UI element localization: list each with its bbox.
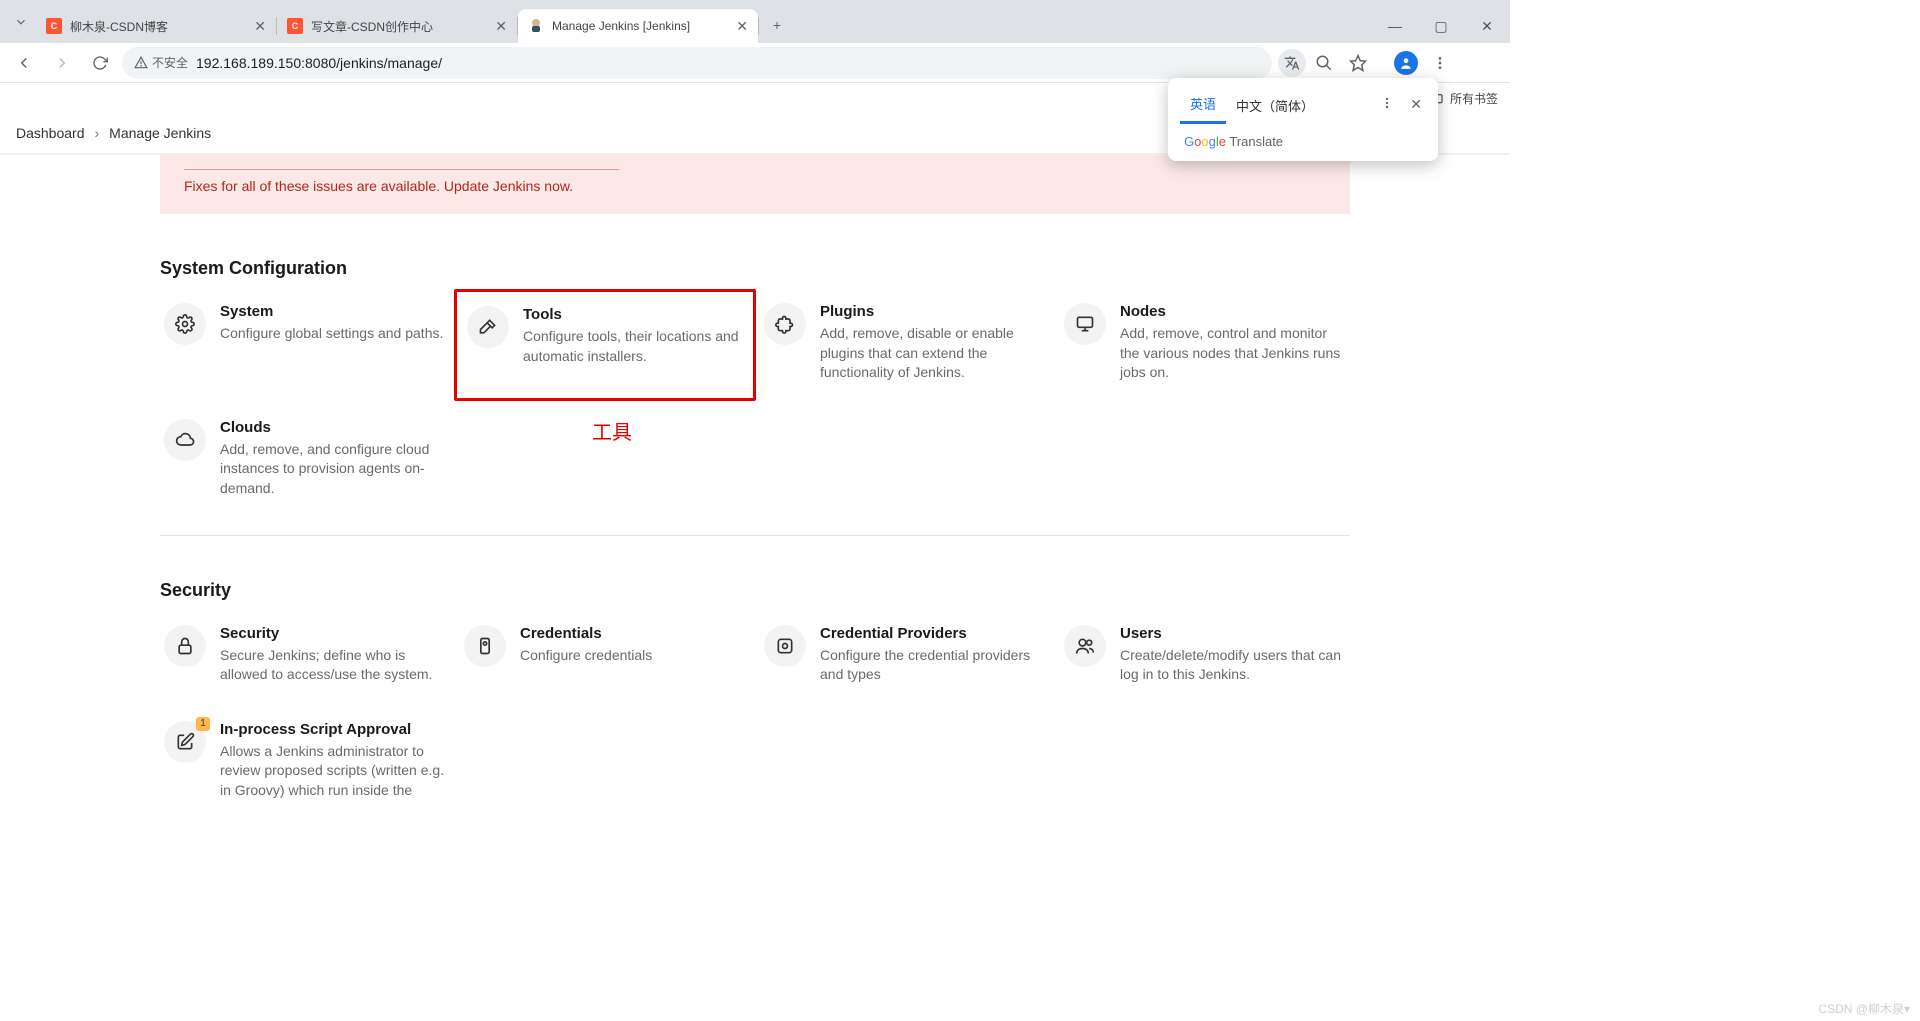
section-security: Security Security Secure Jenkins; define… — [160, 580, 1350, 804]
reload-button[interactable] — [84, 47, 116, 79]
tools-highlight: Tools Configure tools, their locations a… — [454, 289, 756, 401]
card-description: Configure the credential providers and t… — [820, 646, 1046, 685]
insecure-warning[interactable]: 不安全 — [134, 54, 188, 71]
browser-tab-2[interactable]: C 写文章-CSDN创作中心 ✕ — [277, 9, 517, 43]
breadcrumb-manage-jenkins[interactable]: Manage Jenkins — [109, 125, 211, 141]
cloud-icon — [164, 419, 206, 461]
card-description: Add, remove, and configure cloud instanc… — [220, 440, 446, 499]
browser-tab-3[interactable]: Manage Jenkins [Jenkins] ✕ — [518, 9, 758, 43]
browser-tab-1[interactable]: C 柳木泉-CSDN博客 ✕ — [36, 9, 276, 43]
card-title: Users — [1120, 625, 1346, 642]
tab-title: 写文章-CSDN创作中心 — [311, 18, 487, 35]
watermark: CSDN @柳木泉▾ — [1818, 1000, 1910, 1017]
card-description: Create/delete/modify users that can log … — [1120, 646, 1346, 685]
provider-icon — [764, 625, 806, 667]
browser-toolbar: 不安全 192.168.189.150:8080/jenkins/manage/ — [0, 43, 1510, 83]
address-bar[interactable]: 不安全 192.168.189.150:8080/jenkins/manage/ — [122, 47, 1272, 79]
card-description: Configure credentials — [520, 646, 652, 666]
tab-title: Manage Jenkins [Jenkins] — [552, 19, 728, 33]
card-tools[interactable]: Tools Configure tools, their locations a… — [463, 300, 747, 372]
card-title: System — [220, 303, 443, 320]
translate-lang-chinese[interactable]: 中文（简体） — [1226, 86, 1324, 123]
csdn-favicon-icon: C — [46, 18, 62, 34]
tab-title: 柳木泉-CSDN博客 — [70, 18, 246, 35]
close-window-button[interactable]: ✕ — [1464, 9, 1510, 43]
monitor-icon — [1064, 303, 1106, 345]
translate-close-button[interactable]: ✕ — [1406, 92, 1426, 117]
card-title: Credential Providers — [820, 625, 1046, 642]
card-title: Credentials — [520, 625, 652, 642]
card-security[interactable]: Security Secure Jenkins; define who is a… — [160, 619, 450, 691]
csdn-favicon-icon: C — [287, 18, 303, 34]
tools-annotation: 工具 — [592, 416, 632, 445]
new-tab-button[interactable]: + — [763, 11, 791, 39]
card-title: In-process Script Approval — [220, 721, 446, 738]
chevron-right-icon: › — [95, 125, 100, 141]
card-credential-providers[interactable]: Credential Providers Configure the crede… — [760, 619, 1050, 691]
all-bookmarks-button[interactable]: 所有书签 — [1428, 90, 1498, 107]
breadcrumb-dashboard[interactable]: Dashboard — [16, 125, 85, 141]
card-description: Configure global settings and paths. — [220, 324, 443, 344]
section-heading: Security — [160, 580, 1350, 601]
card-nodes[interactable]: Nodes Add, remove, control and monitor t… — [1060, 297, 1350, 389]
card-description: Secure Jenkins; define who is allowed to… — [220, 646, 446, 685]
card-title: Security — [220, 625, 446, 642]
hammer-icon — [467, 306, 509, 348]
card-system[interactable]: System Configure global settings and pat… — [160, 297, 450, 389]
card-description: Configure tools, their locations and aut… — [523, 327, 743, 366]
tab-search-button[interactable] — [6, 7, 36, 37]
close-tab-icon[interactable]: ✕ — [254, 18, 266, 35]
card-title: Clouds — [220, 419, 446, 436]
warning-alert: Fixes for all of these issues are availa… — [160, 155, 1350, 214]
card-clouds[interactable]: Clouds Add, remove, and configure cloud … — [160, 413, 450, 505]
card-users[interactable]: Users Create/delete/modify users that ca… — [1060, 619, 1350, 691]
browser-window: C 柳木泉-CSDN博客 ✕ C 写文章-CSDN创作中心 ✕ Manage J… — [0, 0, 1510, 804]
lock-icon — [164, 625, 206, 667]
minimize-button[interactable]: — — [1372, 9, 1418, 43]
card-description: Add, remove, disable or enable plugins t… — [820, 324, 1046, 383]
puzzle-icon — [764, 303, 806, 345]
maximize-button[interactable]: ▢ — [1418, 9, 1464, 43]
translate-menu-button[interactable] — [1376, 92, 1398, 117]
gear-icon — [164, 303, 206, 345]
edit-icon: 1 — [164, 721, 206, 763]
window-controls: — ▢ ✕ — [1372, 9, 1510, 43]
close-tab-icon[interactable]: ✕ — [495, 18, 507, 35]
alert-text: Fixes for all of these issues are availa… — [184, 178, 573, 194]
card-title: Nodes — [1120, 303, 1346, 320]
card-title: Plugins — [820, 303, 1046, 320]
users-icon — [1064, 625, 1106, 667]
profile-button[interactable] — [1390, 47, 1422, 79]
bookmark-star-icon[interactable] — [1342, 47, 1374, 79]
forward-button[interactable] — [46, 47, 78, 79]
translate-popover: 英语 中文（简体） ✕ Google Translate — [1168, 78, 1438, 161]
close-tab-icon[interactable]: ✕ — [736, 18, 748, 35]
chrome-menu-button[interactable] — [1424, 47, 1456, 79]
translate-lang-english[interactable]: 英语 — [1180, 84, 1226, 124]
jenkins-favicon-icon — [528, 18, 544, 34]
tab-strip: C 柳木泉-CSDN博客 ✕ C 写文章-CSDN创作中心 ✕ Manage J… — [0, 0, 1510, 43]
card-plugins[interactable]: Plugins Add, remove, disable or enable p… — [760, 297, 1050, 389]
card-description: Allows a Jenkins administrator to review… — [220, 742, 446, 804]
zoom-icon[interactable] — [1308, 47, 1340, 79]
card-description: Add, remove, control and monitor the var… — [1120, 324, 1346, 383]
page-viewport[interactable]: Dashboard › Manage Jenkins Fixes for all… — [0, 113, 1510, 804]
google-translate-brand: Google Translate — [1168, 124, 1438, 151]
section-heading: System Configuration — [160, 258, 1350, 279]
section-system-configuration: System Configuration System Configure gl… — [160, 258, 1350, 505]
card-credentials[interactable]: Credentials Configure credentials — [460, 619, 750, 691]
card-script-approval[interactable]: 1 In-process Script Approval Allows a Je… — [160, 715, 450, 804]
back-button[interactable] — [8, 47, 40, 79]
card-title: Tools — [523, 306, 743, 323]
translate-page-button[interactable] — [1278, 49, 1306, 77]
url-text: 192.168.189.150:8080/jenkins/manage/ — [196, 55, 442, 71]
badge-count: 1 — [196, 717, 210, 731]
badge-icon — [464, 625, 506, 667]
